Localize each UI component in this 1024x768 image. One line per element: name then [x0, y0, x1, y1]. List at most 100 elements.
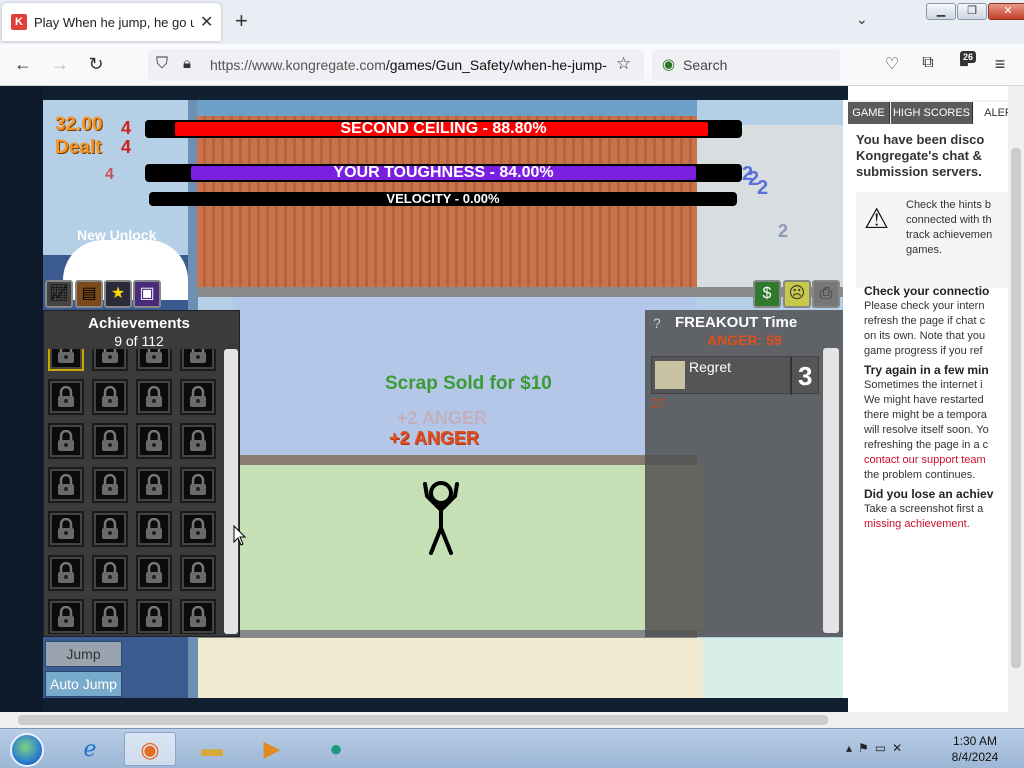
warning-text: Check the hints b connected with th trac… [906, 199, 993, 256]
firefox-icon[interactable]: ◉ [124, 732, 176, 766]
support-link[interactable]: contact our support team [864, 453, 1008, 468]
achievement-lock-icon[interactable] [48, 379, 84, 415]
money-icon[interactable]: $ [753, 280, 781, 308]
navigation-bar: ← → ↻ ⛉ 🔒︎ https://www.kongregate.com/ga… [0, 44, 1024, 86]
achievement-lock-icon[interactable] [48, 349, 84, 371]
velocity-bar-label: VELOCITY - 0.00% [386, 192, 500, 206]
freakout-timer: 27 [651, 396, 666, 411]
clock-date: 8/4/2024 [951, 750, 999, 764]
achievement-lock-icon[interactable] [48, 467, 84, 503]
search-input[interactable]: ◉ Search [652, 49, 840, 81]
auto-jump-button[interactable]: Auto Jump [45, 671, 122, 697]
alert-sections: Check your connectio Please check your i… [864, 284, 1008, 532]
achievement-lock-icon[interactable] [92, 599, 128, 634]
extensions-icon[interactable]: ⧉ [916, 54, 940, 72]
achievement-lock-icon[interactable] [180, 555, 216, 591]
star-achievements-icon[interactable]: ★ [104, 280, 132, 308]
side-room [697, 125, 843, 287]
freakout-panel: ? FREAKOUT Time ANGER: 59 Regret 3 27 [645, 310, 843, 637]
extensions-badge: 26 [960, 51, 976, 63]
printer-icon[interactable]: ⎙ [812, 280, 840, 308]
chevron-down-icon[interactable]: ⌄ [856, 11, 868, 28]
clock[interactable]: 1:30 AM 8/4/2024 [940, 733, 1010, 765]
window-close-button[interactable]: ✕ [988, 3, 1024, 20]
address-bar[interactable]: ⛉ 🔒︎ https://www.kongregate.com/games/Gu… [148, 49, 644, 81]
missing-achievement-link[interactable]: missing achievement. [864, 517, 1008, 532]
achievement-lock-icon[interactable] [48, 599, 84, 634]
url-text: https://www.kongregate.com/games/Gun_Saf… [210, 57, 607, 73]
achievement-lock-icon[interactable] [180, 379, 216, 415]
search-engine-icon: ◉ [662, 56, 676, 73]
achievement-lock-icon[interactable] [180, 599, 216, 634]
achievement-lock-icon[interactable] [136, 599, 172, 634]
achievement-lock-icon[interactable] [136, 467, 172, 503]
media-player-icon[interactable]: ▶ [246, 732, 298, 766]
warning-icon: ⚠ [864, 203, 890, 234]
floor-divider [197, 455, 697, 465]
achievement-lock-icon[interactable] [48, 511, 84, 547]
vertical-scrollbar[interactable] [1008, 86, 1024, 712]
achievement-lock-icon[interactable] [92, 555, 128, 591]
achievement-lock-icon[interactable] [136, 555, 172, 591]
toughness-bar: YOUR TOUGHNESS - 84.00% [145, 164, 742, 182]
game-canvas[interactable]: 32.00 Dealt 4 4 4 2 2 2 2 SECOND CEILING… [43, 100, 843, 698]
achievement-lock-icon[interactable] [92, 379, 128, 415]
minimize-button[interactable]: ▁ [926, 3, 956, 20]
achievement-lock-icon[interactable] [136, 379, 172, 415]
internet-explorer-icon[interactable]: ℯ [64, 732, 116, 766]
lock-icon[interactable]: 🔒︎ [183, 55, 191, 72]
tab-alerts[interactable]: ALER [974, 102, 1008, 124]
stats-icon[interactable]: 📈︎ [45, 280, 73, 308]
forward-arrow-icon[interactable]: → [48, 54, 72, 75]
freakout-scrollbar[interactable] [823, 348, 839, 633]
achievement-lock-icon[interactable] [136, 511, 172, 547]
bookmark-star-icon[interactable]: ☆ [616, 54, 631, 74]
start-button[interactable] [10, 733, 44, 767]
achievement-lock-icon[interactable] [180, 511, 216, 547]
back-arrow-icon[interactable]: ← [11, 54, 35, 75]
new-tab-icon[interactable]: + [235, 8, 248, 34]
achievement-lock-icon[interactable] [136, 423, 172, 459]
achievement-lock-icon[interactable] [92, 511, 128, 547]
lower-room [198, 638, 703, 698]
achievement-lock-icon[interactable] [48, 555, 84, 591]
angry-face-icon[interactable]: ☹ [783, 280, 811, 308]
warning-box: ⚠ Check the hints b connected with th tr… [856, 192, 1008, 288]
help-icon[interactable]: ? [653, 315, 661, 331]
tab-game[interactable]: GAME [848, 102, 890, 124]
clock-time: 1:30 AM [952, 734, 998, 748]
jump-button[interactable]: Jump [45, 641, 122, 667]
section-heading: Check your connectio [864, 284, 990, 298]
achievement-lock-icon[interactable] [92, 423, 128, 459]
system-tray-icons[interactable]: ▴⚑▭✕ [846, 741, 908, 755]
player-room [233, 465, 703, 630]
achievement-lock-icon[interactable] [48, 423, 84, 459]
achievement-lock-icon[interactable] [92, 349, 128, 371]
achievements-scrollbar[interactable] [224, 349, 238, 634]
shield-icon[interactable]: ⛉ [156, 55, 168, 73]
horizontal-scrollbar[interactable] [0, 712, 1024, 728]
app-icon[interactable]: ● [310, 732, 362, 766]
reload-icon[interactable]: ↻ [84, 54, 108, 75]
shop-icon[interactable]: ▤ [75, 280, 103, 308]
section-heading: Did you lose an achiev [864, 487, 994, 501]
section-heading: Try again in a few min [864, 363, 989, 377]
pocket-icon[interactable]: ♡ [880, 54, 904, 74]
restore-button[interactable]: ❐ [957, 3, 987, 20]
achievement-lock-icon[interactable] [136, 349, 172, 371]
file-explorer-icon[interactable]: ▬ [186, 732, 238, 766]
unlock-arrow-icon [106, 250, 132, 272]
regret-item[interactable]: Regret 3 [651, 356, 819, 395]
achievement-lock-icon[interactable] [92, 467, 128, 503]
browser-tab[interactable]: K Play When he jump, he go up h ✕ [2, 3, 221, 41]
float-number: 4 [121, 118, 132, 138]
achievement-lock-icon[interactable] [180, 423, 216, 459]
tab-high-scores[interactable]: HIGH SCORES [891, 102, 973, 124]
menu-icon[interactable]: ≡ [988, 54, 1012, 75]
achievement-lock-icon[interactable] [180, 467, 216, 503]
stick-figure-player [423, 481, 459, 555]
damage-dealt: 32.00 Dealt [55, 113, 103, 159]
save-icon[interactable]: ▣ [133, 280, 161, 308]
achievement-lock-icon[interactable] [180, 349, 216, 371]
tab-close-icon[interactable]: ✕ [200, 12, 213, 32]
